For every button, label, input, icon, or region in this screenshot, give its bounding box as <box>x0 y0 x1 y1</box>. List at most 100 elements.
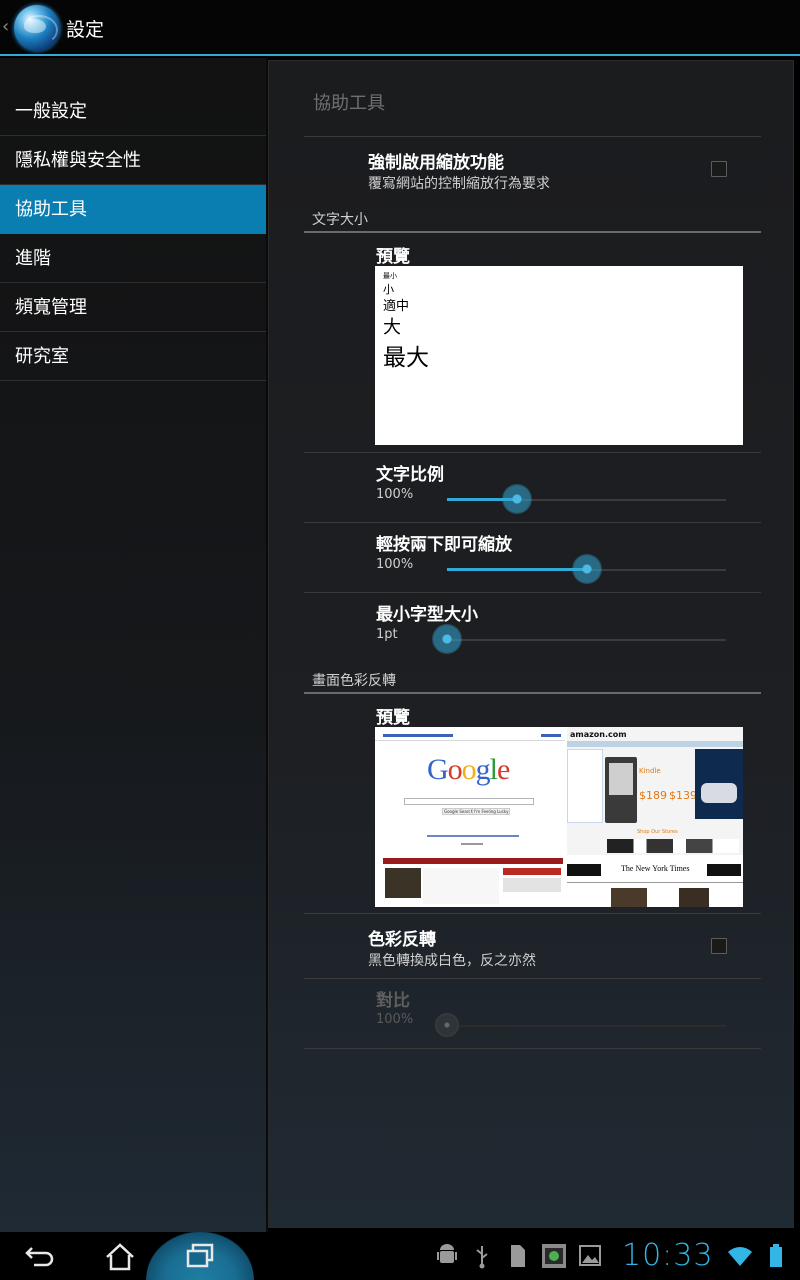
usb-icon <box>476 1246 488 1269</box>
category-divider <box>304 692 761 694</box>
preview-huge: 最大 <box>383 345 429 371</box>
google-footer-links <box>427 835 519 837</box>
car-image <box>701 783 737 803</box>
google-search-box <box>404 798 534 805</box>
sidebar-item-label: 協助工具 <box>15 199 87 220</box>
shop-stores-text: Shop Our Stores <box>637 829 678 835</box>
browser-globe-icon[interactable] <box>14 5 60 51</box>
google-logo: Google <box>427 753 510 786</box>
sidebar-item-labs[interactable]: 研究室 <box>0 332 266 381</box>
divider <box>304 136 761 137</box>
amazon-category-list <box>567 749 603 823</box>
system-bar: 10:33 <box>0 1232 800 1280</box>
clock: 10:33 <box>622 1238 714 1273</box>
screenshot-icon <box>542 1244 566 1268</box>
settings-header-list: 一般設定 隱私權與安全性 協助工具 進階 頻寬管理 研究室 <box>0 58 266 1232</box>
amazon-logo: amazon.com <box>570 730 627 739</box>
news-spotlight-item <box>503 878 561 892</box>
contrast-value: 100% <box>376 1012 414 1027</box>
recent-apps-icon[interactable] <box>180 1232 220 1280</box>
price-second: $139 <box>669 789 697 802</box>
contrast-title: 對比 <box>376 991 410 1011</box>
news-header-bar <box>383 858 563 864</box>
news-article-block <box>423 868 499 904</box>
google-nav-links <box>383 734 453 737</box>
news-spotlight-bar <box>503 868 561 875</box>
category-text-size: 文字大小 <box>312 212 368 228</box>
google-nav-rule <box>375 740 565 741</box>
back-icon[interactable] <box>20 1232 60 1280</box>
sidebar-item-advanced[interactable]: 進階 <box>0 234 266 283</box>
nyt-rule <box>567 882 743 883</box>
divider <box>304 1048 761 1049</box>
category-inverted-rendering: 畫面色彩反轉 <box>312 673 396 689</box>
kindle-title: Kindle <box>639 767 661 775</box>
force-zoom-checkbox[interactable] <box>711 161 727 177</box>
battery-icon <box>770 1244 782 1267</box>
force-zoom-summary: 覆寫網站的控制縮放行為要求 <box>368 176 550 192</box>
android-debug-icon <box>437 1244 457 1263</box>
section-title: 協助工具 <box>313 93 385 114</box>
action-bar: ‹ 設定 <box>0 0 800 56</box>
page-title: 設定 <box>66 19 105 41</box>
up-caret-icon[interactable]: ‹ <box>2 16 9 37</box>
invert-colors-checkbox[interactable] <box>711 938 727 954</box>
news-page-thumbnail <box>383 858 563 907</box>
inverted-preview-label: 預覽 <box>376 708 410 728</box>
sidebar-item-bandwidth[interactable]: 頻寬管理 <box>0 283 266 332</box>
kindle-screen <box>609 763 633 795</box>
preview-normal: 適中 <box>383 299 410 314</box>
min-font-size-title: 最小字型大小 <box>376 605 478 625</box>
preview-large: 大 <box>383 317 401 338</box>
inverted-rendering-preview: Google Google Search I'm Feeling Lucky a… <box>375 727 743 907</box>
gallery-icon <box>579 1245 601 1266</box>
wifi-icon <box>728 1247 752 1266</box>
invert-colors-title: 色彩反轉 <box>368 930 436 950</box>
min-font-size-value: 1pt <box>376 627 398 642</box>
divider <box>304 913 761 914</box>
divider <box>304 522 761 523</box>
amazon-nav-strip <box>567 741 743 747</box>
google-lucky-button: I'm Feeling Lucky <box>472 808 511 815</box>
sidebar-item-label: 進階 <box>15 248 51 269</box>
divider <box>304 592 761 593</box>
google-copyright <box>461 843 483 845</box>
google-page-thumbnail: Google Google Search I'm Feeling Lucky <box>375 727 565 855</box>
text-scaling-value: 100% <box>376 487 414 502</box>
nyt-photo <box>611 888 647 907</box>
contrast-slider[interactable] <box>435 1013 459 1037</box>
home-icon[interactable] <box>100 1232 140 1280</box>
sidebar-item-accessibility[interactable]: 協助工具 <box>0 185 266 234</box>
sidebar-item-label: 一般設定 <box>15 101 87 122</box>
text-preview-label: 預覽 <box>376 247 410 267</box>
sidebar-item-general[interactable]: 一般設定 <box>0 87 266 136</box>
slider-track <box>447 1025 726 1027</box>
text-scaling-title: 文字比例 <box>376 465 444 485</box>
nav-list: 一般設定 隱私權與安全性 協助工具 進階 頻寬管理 研究室 <box>0 87 266 381</box>
nyt-ad-block <box>567 864 601 876</box>
sidebar-item-label: 頻寬管理 <box>15 297 87 318</box>
double-tap-zoom-title: 輕按兩下即可縮放 <box>376 535 512 555</box>
text-scaling-slider[interactable] <box>501 484 532 514</box>
sidebar-item-privacy-security[interactable]: 隱私權與安全性 <box>0 136 266 185</box>
shop-thumbnails <box>607 839 739 853</box>
double-tap-zoom-slider[interactable] <box>571 554 602 584</box>
force-zoom-title: 強制啟用縮放功能 <box>368 153 504 173</box>
text-size-preview: 最小 小 適中 大 最大 <box>375 266 743 445</box>
nyt-logo: The New York Times <box>621 864 690 873</box>
sd-card-icon <box>511 1245 525 1267</box>
preview-tiny: 最小 <box>383 272 397 280</box>
accessibility-settings-pane: 協助工具 強制啟用縮放功能 覆寫網站的控制縮放行為要求 文字大小 預覽 最小 小… <box>268 60 794 1228</box>
divider <box>304 978 761 979</box>
nyt-ad-right <box>707 864 741 876</box>
news-photo <box>385 868 421 898</box>
invert-colors-summary: 黑色轉換成白色，反之亦然 <box>368 953 536 969</box>
amazon-page-thumbnail: amazon.com Kindle $189 $139 Shop Our Sto… <box>567 727 743 855</box>
price-first: $189 <box>639 789 667 802</box>
min-font-size-slider[interactable] <box>432 624 462 654</box>
nyt-photo-2 <box>679 888 709 907</box>
slider-track <box>447 639 726 641</box>
nyt-page-thumbnail: The New York Times <box>567 858 743 907</box>
category-divider <box>304 231 761 233</box>
double-tap-zoom-value: 100% <box>376 557 414 572</box>
